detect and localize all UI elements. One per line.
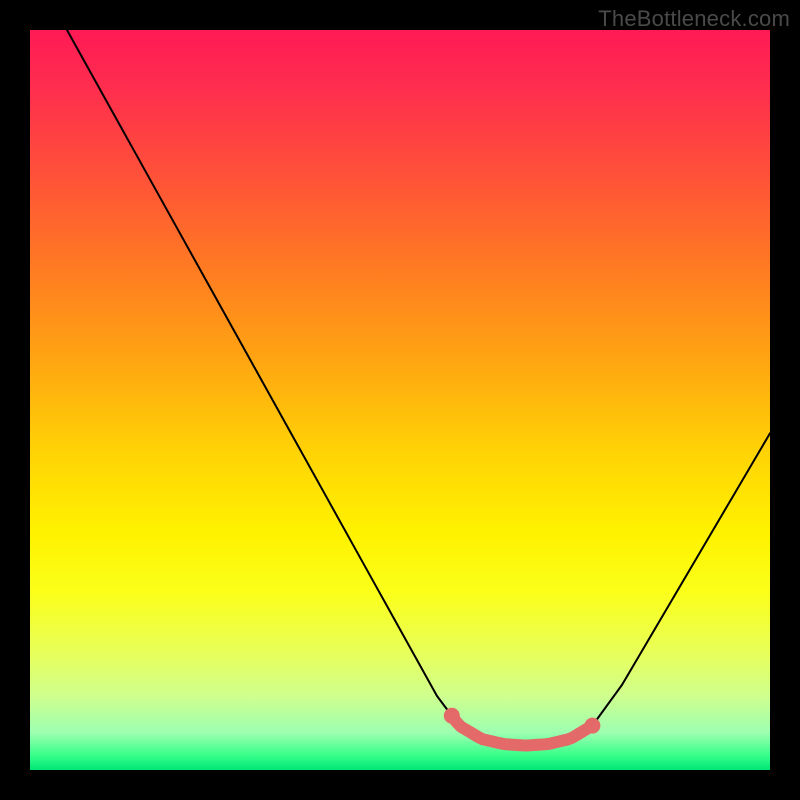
highlight-dot-start [444,708,460,724]
watermark-text: TheBottleneck.com [598,6,790,32]
curve-overlay [30,30,770,770]
highlight-region [444,708,601,746]
highlight-stroke [452,716,590,746]
bottleneck-curve [67,30,770,746]
plot-area [30,30,770,770]
highlight-dot-end [584,718,600,734]
